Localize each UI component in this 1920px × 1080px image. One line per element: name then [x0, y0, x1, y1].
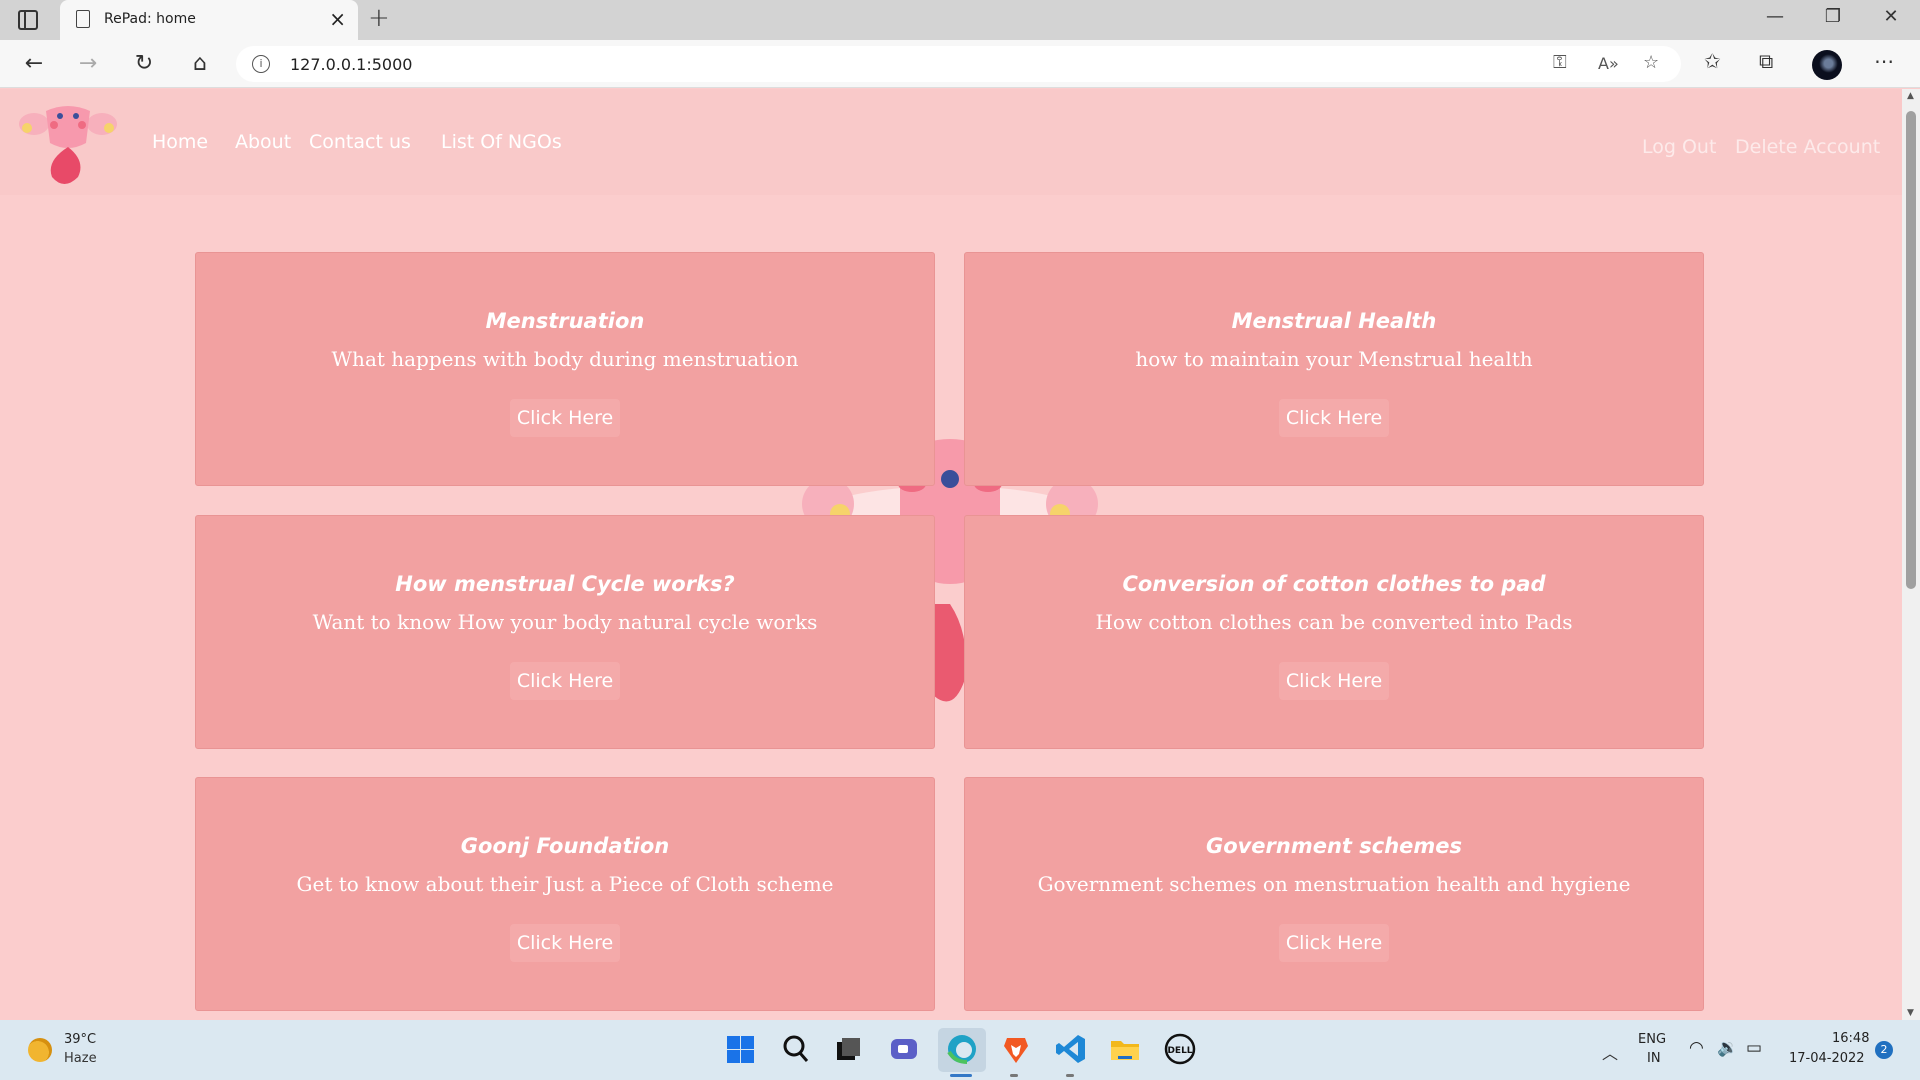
page-scrollbar[interactable]: ▲ ▼ — [1902, 89, 1920, 1020]
nav-ngos-link[interactable]: List Of NGOs — [441, 131, 562, 153]
brave-browser-icon[interactable] — [999, 1032, 1033, 1066]
scrollbar-thumb[interactable] — [1906, 111, 1916, 589]
browser-tab[interactable]: RePad: home × — [60, 0, 358, 40]
nav-contact-link[interactable]: Contact us — [309, 131, 411, 153]
edge-browser-icon[interactable] — [945, 1032, 979, 1066]
card-description: Get to know about their Just a Piece of … — [296, 872, 834, 896]
file-explorer-icon[interactable] — [1108, 1032, 1142, 1066]
reload-button[interactable]: ↻ — [128, 48, 160, 80]
collections-icon[interactable]: ⧉ — [1759, 49, 1773, 73]
scroll-down-arrow-icon[interactable]: ▼ — [1907, 1008, 1914, 1018]
home-button[interactable]: ⌂ — [184, 48, 216, 80]
card-menstruation: Menstruation What happens with body duri… — [195, 252, 935, 486]
more-menu-icon[interactable]: ⋯ — [1874, 49, 1894, 73]
card-menstrual-cycle: How menstrual Cycle works? Want to know … — [195, 515, 935, 749]
browser-toolbar: ← → ↻ ⌂ i 127.0.0.1:5000 ⚿ A» ☆ ✩ ⧉ ⋯ — [0, 40, 1920, 88]
card-government-schemes: Government schemes Government schemes on… — [964, 777, 1704, 1011]
card-description: How cotton clothes can be converted into… — [1095, 610, 1573, 634]
close-window-button[interactable]: ✕ — [1876, 6, 1906, 27]
browser-titlebar: RePad: home × + — ❐ ✕ — [0, 0, 1920, 40]
new-tab-button[interactable]: + — [368, 3, 390, 33]
tab-actions-icon[interactable] — [18, 10, 38, 30]
scroll-up-arrow-icon[interactable]: ▲ — [1907, 91, 1914, 101]
search-icon[interactable] — [779, 1032, 813, 1066]
card-cotton-conversion: Conversion of cotton clothes to pad How … — [964, 515, 1704, 749]
language-region[interactable]: IN — [1647, 1051, 1661, 1066]
teams-chat-icon[interactable] — [887, 1032, 921, 1066]
minimize-button[interactable]: — — [1760, 6, 1790, 27]
brave-running-indicator — [1010, 1074, 1018, 1077]
tab-close-icon[interactable]: × — [329, 7, 346, 31]
card-menstrual-health: Menstrual Health how to maintain your Me… — [964, 252, 1704, 486]
repad-logo[interactable] — [12, 99, 124, 187]
address-bar[interactable]: i 127.0.0.1:5000 ⚿ A» ☆ — [236, 46, 1681, 82]
tab-title: RePad: home — [104, 11, 196, 27]
card-title: How menstrual Cycle works? — [395, 572, 735, 596]
click-here-button[interactable]: Click Here — [1279, 924, 1389, 962]
click-here-button[interactable]: Click Here — [510, 924, 620, 962]
click-here-button[interactable]: Click Here — [510, 399, 620, 437]
svg-text:DELL: DELL — [1167, 1046, 1192, 1056]
click-here-button[interactable]: Click Here — [1279, 662, 1389, 700]
card-title: Menstruation — [485, 309, 645, 333]
clock-time[interactable]: 16:48 — [1832, 1031, 1869, 1046]
click-here-button[interactable]: Click Here — [510, 662, 620, 700]
nav-about-link[interactable]: About — [235, 131, 291, 153]
card-title: Government schemes — [1205, 834, 1463, 858]
battery-icon[interactable]: ▭ — [1746, 1038, 1762, 1058]
card-title: Menstrual Health — [1231, 309, 1437, 333]
weather-condition[interactable]: Haze — [64, 1051, 97, 1066]
dell-app-icon[interactable]: DELL — [1163, 1032, 1197, 1066]
weather-haze-icon[interactable] — [28, 1038, 52, 1062]
card-description: What happens with body during menstruati… — [331, 347, 799, 371]
edge-running-indicator — [950, 1074, 972, 1077]
task-view-icon[interactable] — [831, 1032, 865, 1066]
windows-taskbar: 39°C Haze DELL ︿ ENG IN ◠ 🔉 ▭ 16:48 17-0… — [0, 1020, 1920, 1080]
click-here-button[interactable]: Click Here — [1279, 399, 1389, 437]
logout-link[interactable]: Log Out — [1642, 136, 1716, 158]
weather-temperature[interactable]: 39°C — [64, 1032, 96, 1047]
key-icon[interactable]: ⚿ — [1553, 52, 1567, 73]
language-indicator[interactable]: ENG — [1638, 1032, 1666, 1047]
back-button[interactable]: ← — [18, 48, 50, 80]
card-title: Conversion of cotton clothes to pad — [1122, 572, 1546, 596]
delete-account-link[interactable]: Delete Account — [1735, 136, 1880, 158]
forward-button[interactable]: → — [72, 48, 104, 80]
nav-home-link[interactable]: Home — [152, 131, 208, 153]
vscode-running-indicator — [1066, 1074, 1074, 1077]
card-description: Want to know How your body natural cycle… — [312, 610, 818, 634]
web-page: Home About Contact us List Of NGOs Log O… — [0, 89, 1902, 1020]
volume-icon[interactable]: 🔉 — [1717, 1038, 1738, 1058]
add-favorite-icon[interactable]: ☆ — [1643, 52, 1659, 73]
card-description: how to maintain your Menstrual health — [1135, 347, 1533, 371]
favorites-icon[interactable]: ✩ — [1704, 49, 1721, 73]
vscode-icon[interactable] — [1054, 1032, 1088, 1066]
wifi-icon[interactable]: ◠ — [1689, 1038, 1704, 1058]
site-navbar: Home About Contact us List Of NGOs Log O… — [0, 89, 1902, 195]
show-hidden-icons-chevron-icon[interactable]: ︿ — [1602, 1040, 1618, 1064]
profile-avatar[interactable] — [1812, 50, 1842, 80]
url-input[interactable]: 127.0.0.1:5000 — [290, 55, 412, 74]
info-icon[interactable]: i — [252, 55, 270, 73]
start-button[interactable] — [723, 1032, 757, 1066]
read-aloud-icon[interactable]: A» — [1598, 54, 1619, 73]
notification-count-badge[interactable]: 2 — [1875, 1041, 1893, 1059]
card-title: Goonj Foundation — [460, 834, 670, 858]
page-icon — [76, 10, 90, 28]
restore-button[interactable]: ❐ — [1818, 6, 1848, 27]
card-description: Government schemes on menstruation healt… — [1037, 872, 1631, 896]
card-goonj-foundation: Goonj Foundation Get to know about their… — [195, 777, 935, 1011]
clock-date[interactable]: 17-04-2022 — [1789, 1051, 1865, 1066]
